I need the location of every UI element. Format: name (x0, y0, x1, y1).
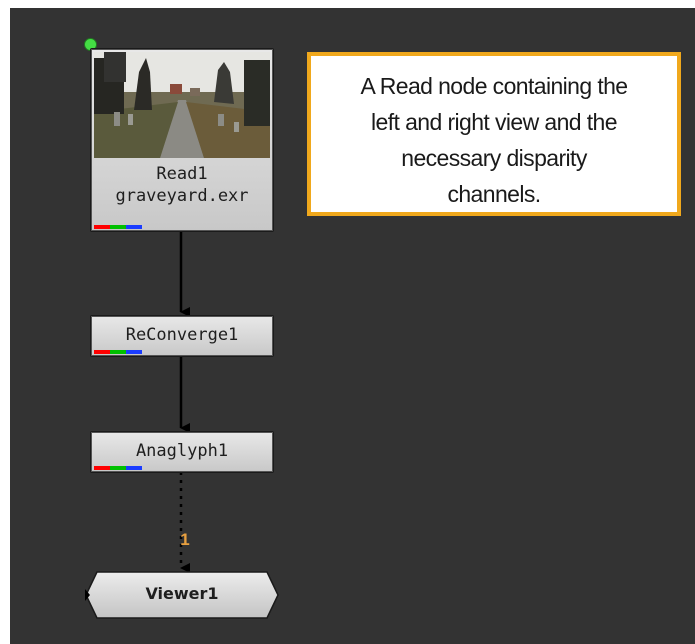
viewer-input-number: 1 (180, 530, 190, 549)
sticky-note-line: channels. (447, 181, 541, 207)
graveyard-path-thumbnail-icon (94, 52, 270, 158)
channel-green-indicator (110, 225, 126, 229)
sticky-note[interactable]: A Read node containing the left and righ… (307, 52, 681, 216)
reconverge-node-name: ReConverge1 (125, 325, 239, 345)
channel-red-indicator (94, 466, 110, 470)
reconverge-node[interactable]: ReConverge1 (90, 315, 274, 357)
anaglyph-node-name: Anaglyph1 (135, 441, 229, 461)
channel-red-indicator (94, 350, 110, 354)
channel-green-indicator (110, 350, 126, 354)
channel-blue-indicator (126, 225, 142, 229)
node-graph-canvas[interactable]: Read1 graveyard.exr ReConverge1 Anaglyph… (10, 8, 695, 644)
viewer-node-name: Viewer1 (145, 584, 219, 603)
read-node[interactable]: Read1 graveyard.exr (90, 48, 274, 232)
read-node-name: Read1 (156, 164, 208, 184)
sticky-note-line: necessary disparity (401, 145, 587, 171)
anaglyph-node[interactable]: Anaglyph1 (90, 431, 274, 473)
viewer-node[interactable]: Viewer1 (85, 571, 279, 619)
read-node-file: graveyard.exr (115, 186, 249, 206)
sticky-note-line: left and right view and the (371, 109, 618, 135)
channel-green-indicator (110, 466, 126, 470)
sticky-note-text: A Read node containing the left and righ… (311, 68, 677, 212)
channel-blue-indicator (126, 350, 142, 354)
channel-blue-indicator (126, 466, 142, 470)
sticky-note-line: A Read node containing the (360, 73, 628, 99)
channel-red-indicator (94, 225, 110, 229)
